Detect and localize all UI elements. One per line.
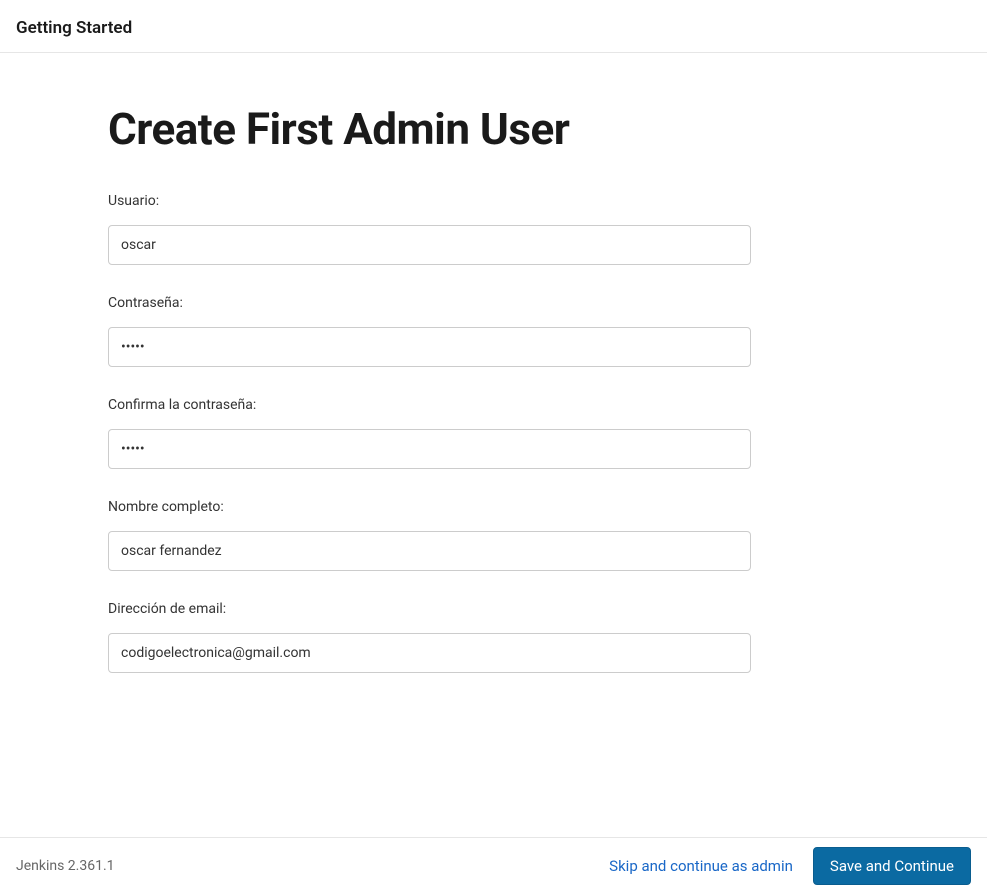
username-input[interactable] bbox=[108, 225, 751, 265]
email-input[interactable] bbox=[108, 633, 751, 673]
header-bar: Getting Started bbox=[0, 0, 987, 53]
confirm-password-label: Confirma la contraseña: bbox=[108, 397, 860, 413]
password-input[interactable] bbox=[108, 327, 751, 367]
main-content: Create First Admin User Usuario: Contras… bbox=[0, 53, 860, 673]
email-group: Dirección de email: bbox=[108, 601, 860, 673]
footer-bar: Jenkins 2.361.1 Skip and continue as adm… bbox=[0, 837, 987, 893]
username-label: Usuario: bbox=[108, 193, 860, 209]
confirm-password-input[interactable] bbox=[108, 429, 751, 469]
version-text: Jenkins 2.361.1 bbox=[16, 858, 609, 874]
footer-actions: Skip and continue as admin Save and Cont… bbox=[609, 847, 971, 885]
full-name-group: Nombre completo: bbox=[108, 499, 860, 571]
email-label: Dirección de email: bbox=[108, 601, 860, 617]
confirm-password-group: Confirma la contraseña: bbox=[108, 397, 860, 469]
full-name-input[interactable] bbox=[108, 531, 751, 571]
password-label: Contraseña: bbox=[108, 295, 860, 311]
save-continue-button[interactable]: Save and Continue bbox=[813, 847, 971, 885]
password-group: Contraseña: bbox=[108, 295, 860, 367]
header-title: Getting Started bbox=[16, 18, 971, 38]
username-group: Usuario: bbox=[108, 193, 860, 265]
full-name-label: Nombre completo: bbox=[108, 499, 860, 515]
skip-button[interactable]: Skip and continue as admin bbox=[609, 857, 793, 875]
page-title: Create First Admin User bbox=[108, 103, 860, 155]
